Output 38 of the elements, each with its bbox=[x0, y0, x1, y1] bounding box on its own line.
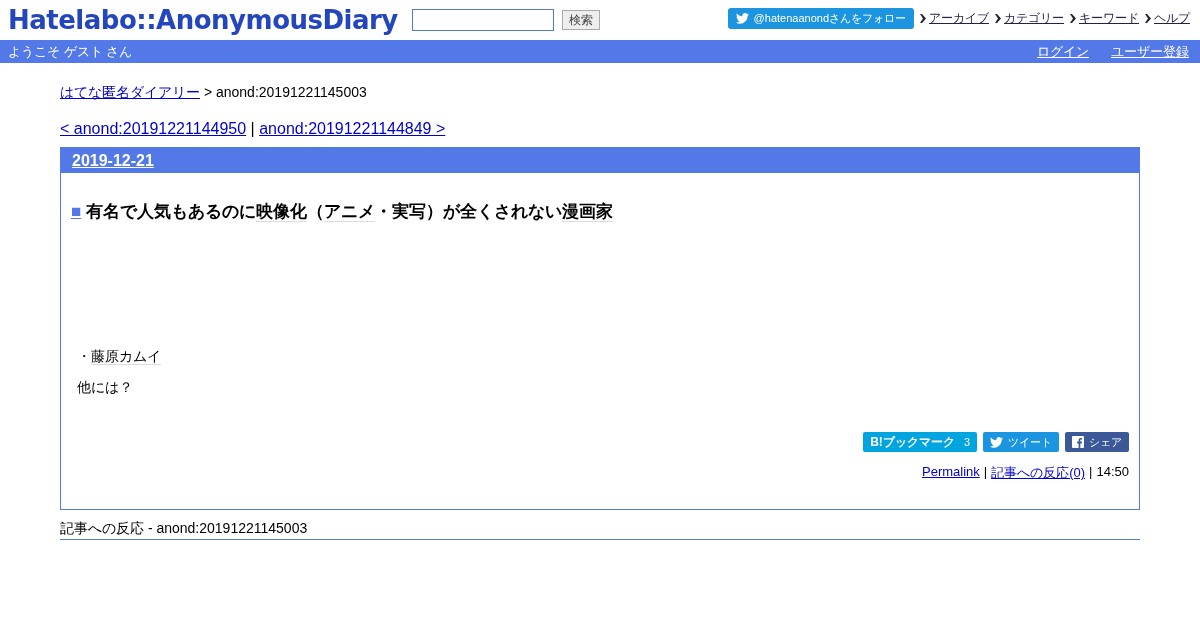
title-mark-link[interactable]: ■ bbox=[71, 202, 82, 221]
breadcrumb-link[interactable]: はてな匿名ダイアリー bbox=[60, 84, 200, 100]
bird-icon bbox=[990, 436, 1003, 448]
search-field[interactable] bbox=[411, 9, 554, 31]
nav-link[interactable]: アーカイブ bbox=[929, 9, 989, 27]
separator: | bbox=[1089, 464, 1093, 481]
arrow-icon bbox=[1145, 13, 1151, 23]
prev-link[interactable]: < anond:20191221144950 bbox=[60, 120, 247, 137]
date-link[interactable]: 2019-12-21 bbox=[72, 151, 154, 170]
permalink[interactable]: Permalink bbox=[922, 464, 980, 482]
site-logo[interactable]: Hatelabo::AnonymousDiary bbox=[8, 5, 398, 35]
arrow-icon bbox=[995, 13, 1001, 23]
entry-title: ■ 有名で人気もあるのに映像化（アニメ・実写）が全くされない漫画家 bbox=[71, 201, 615, 223]
reactions-link[interactable]: 記事への反応(0) bbox=[991, 464, 1086, 482]
keyword-link[interactable]: 藤原カムイ bbox=[91, 348, 161, 365]
user-link[interactable]: ログイン bbox=[1037, 42, 1089, 61]
bird-icon bbox=[735, 12, 749, 24]
user-link[interactable]: ユーザー登録 bbox=[1111, 42, 1189, 61]
nav-link[interactable]: カテゴリー bbox=[1004, 9, 1064, 27]
welcome-text: ようこそ ゲスト さん bbox=[8, 42, 133, 61]
next-link[interactable]: anond:20191221144849 > bbox=[259, 120, 446, 137]
keyword-link[interactable]: アニメ bbox=[324, 202, 375, 222]
breadcrumb-current: > anond:20191221145003 bbox=[203, 84, 367, 100]
body-paragraph: 他には？ bbox=[77, 379, 134, 397]
reactions-heading: 記事への反応 - anond:20191221145003 bbox=[60, 520, 1140, 540]
separator: | bbox=[983, 464, 988, 481]
nav-link[interactable]: ヘルプ bbox=[1154, 9, 1190, 27]
separator: | bbox=[250, 120, 255, 137]
body-paragraph: ・藤原カムイ bbox=[77, 348, 162, 366]
arrow-icon bbox=[1070, 13, 1076, 23]
post-time: 14:50 bbox=[1096, 464, 1129, 481]
keyword-link[interactable]: 映像化 bbox=[256, 202, 307, 222]
share-button[interactable]: シェア bbox=[1065, 432, 1129, 452]
arrow-icon bbox=[920, 13, 926, 23]
facebook-icon bbox=[1072, 436, 1084, 448]
nav-link[interactable]: キーワード bbox=[1079, 9, 1139, 27]
keyword-link[interactable]: 漫画家 bbox=[562, 202, 613, 222]
search-button[interactable]: 検索 bbox=[561, 10, 600, 30]
